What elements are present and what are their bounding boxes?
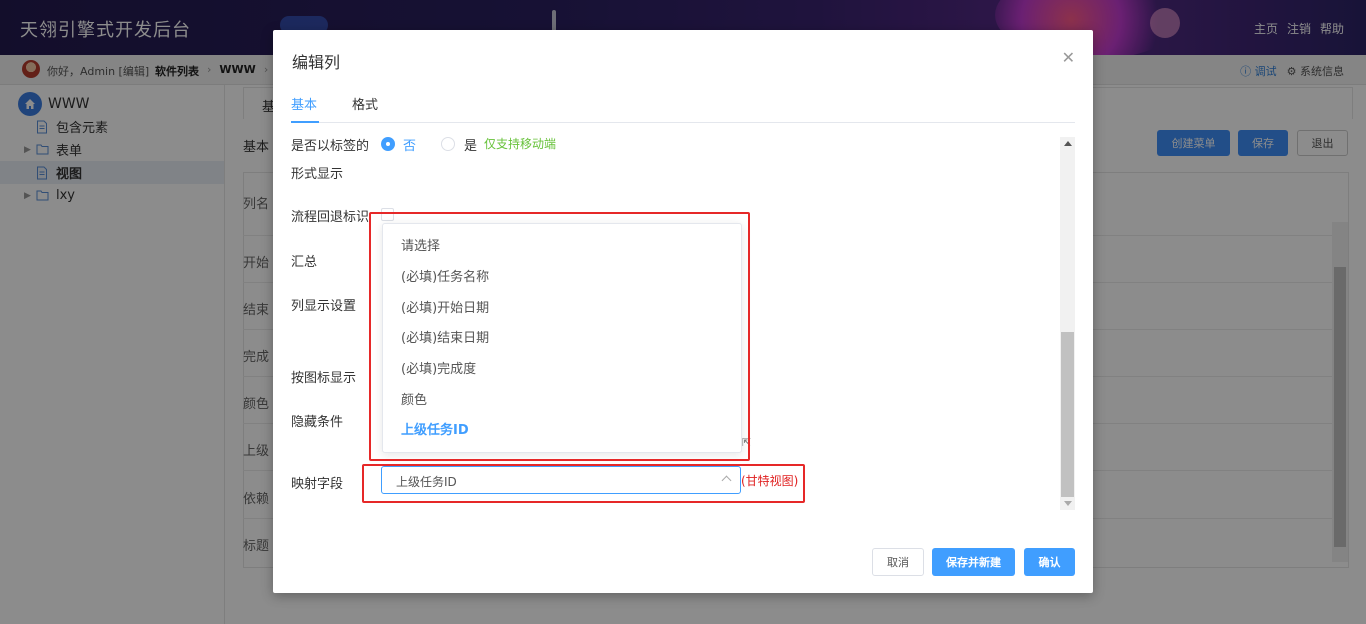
dialog-title: 编辑列 [292,53,341,72]
scroll-up-icon[interactable] [1064,141,1072,146]
tab-format[interactable]: 格式 [352,94,378,113]
mobile-only-note: 仅支持移动端 [484,137,557,151]
tag-display-label: 是否以标签的 [291,139,370,154]
tab-basic[interactable]: 基本 [291,94,319,123]
sum-label: 汇总 [291,255,318,270]
active-tab-indicator [291,121,319,123]
dialog-tabs: 基本 格式 [291,91,1075,123]
column-display-label: 列显示设置 [291,299,357,314]
confirm-button[interactable]: 确认 [1024,548,1075,576]
hide-condition-label: 隐藏条件 [291,415,344,430]
radio-no-label[interactable]: 否 [403,135,416,154]
highlight-box-select [362,464,805,503]
scroll-down-icon[interactable] [1064,501,1072,506]
tag-display-label-line2: 形式显示 [291,167,344,182]
map-field-label: 映射字段 [291,477,344,492]
scroll-thumb[interactable] [1061,332,1074,497]
dialog-scrollbar[interactable] [1060,137,1075,510]
edit-column-dialog: 编辑列 ✕ 基本 格式 是否以标签的 形式显示 否 是 仅支持移动端 流程回退标… [273,30,1093,593]
cancel-button[interactable]: 取消 [872,548,924,576]
close-icon[interactable]: ✕ [1062,50,1075,66]
radio-yes-label[interactable]: 是 [464,135,477,154]
radio-yes[interactable] [441,137,455,151]
icon-display-label: 按图标显示 [291,371,357,386]
highlight-box-dropdown [369,212,750,461]
save-and-new-button[interactable]: 保存并新建 [932,548,1015,576]
flow-back-label: 流程回退标识 [291,210,370,225]
radio-no[interactable] [381,137,395,151]
